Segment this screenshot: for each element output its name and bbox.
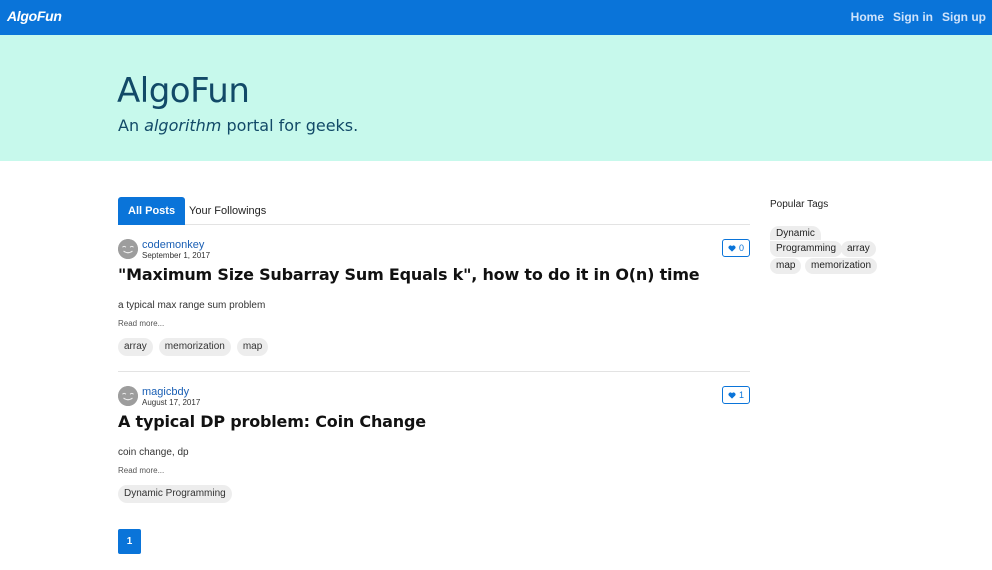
nav-sign-up-link[interactable]: Sign up — [942, 10, 986, 24]
post-excerpt: a typical max range sum problem — [118, 300, 266, 311]
post-date: August 17, 2017 — [142, 398, 201, 407]
post-author-link[interactable]: magicbdy — [142, 386, 189, 398]
like-button[interactable]: 0 — [722, 239, 750, 257]
read-more-link[interactable]: Read more... — [118, 466, 164, 475]
hero-subtitle-start: An — [118, 116, 145, 135]
smiley-avatar-icon[interactable] — [118, 386, 138, 406]
tab-all-posts[interactable]: All Posts — [118, 197, 186, 225]
post-date: September 1, 2017 — [142, 251, 211, 260]
smiley-avatar-icon[interactable] — [118, 239, 138, 259]
hero-title: AlgoFun — [117, 71, 250, 111]
post-title[interactable]: "Maximum Size Subarray Sum Equals k", ho… — [118, 265, 700, 284]
hero-subtitle-emphasis: algorithm — [144, 116, 222, 135]
heart-icon — [728, 244, 736, 252]
sidebar-tag-dynamic-programming-line1[interactable]: Dynamic — [770, 226, 821, 240]
sidebar-tag-map[interactable]: map — [770, 258, 802, 274]
nav-sign-in-link[interactable]: Sign in — [893, 10, 933, 24]
post-excerpt: coin change, dp — [118, 447, 189, 458]
post-tags: Dynamic Programming — [118, 485, 232, 503]
sidebar-tag-array[interactable]: array — [841, 241, 876, 257]
tag-array[interactable]: array — [118, 338, 153, 356]
nav-home-link[interactable]: Home — [851, 10, 884, 24]
tab-your-followings[interactable]: Your Followings — [179, 197, 276, 225]
hero-banner: AlgoFun An algorithm portal for geeks. — [0, 35, 992, 161]
like-button[interactable]: 1 — [722, 386, 750, 404]
tag-map[interactable]: map — [236, 338, 269, 356]
sidebar-tag-dynamic-programming-line2[interactable]: Programming — [770, 241, 843, 257]
post-tags: array memorization map — [118, 338, 269, 356]
heart-icon — [728, 391, 736, 399]
post-divider — [118, 371, 750, 372]
like-count: 1 — [738, 390, 744, 400]
popular-tags-sidebar: Popular Tags Dynamic Programming array m… — [770, 199, 900, 274]
post-tabs: All Posts Your Followings — [118, 197, 750, 225]
brand-logo[interactable]: AlgoFun — [7, 8, 62, 24]
post-title[interactable]: A typical DP problem: Coin Change — [118, 412, 426, 431]
hero-subtitle: An algorithm portal for geeks. — [118, 116, 358, 135]
navbar: AlgoFun Home Sign in Sign up — [0, 0, 992, 35]
tag-memorization[interactable]: memorization — [158, 338, 231, 356]
post-item: magicbdy August 17, 2017 1 A typical DP … — [118, 386, 750, 511]
tag-dynamic-programming[interactable]: Dynamic Programming — [118, 485, 232, 503]
pagination-page-1[interactable]: 1 — [118, 529, 141, 554]
nav-links: Home Sign in Sign up — [851, 10, 986, 24]
hero-subtitle-end: portal for geeks. — [221, 116, 359, 135]
sidebar-title: Popular Tags — [770, 199, 829, 210]
post-item: codemonkey September 1, 2017 0 "Maximum … — [118, 239, 750, 364]
sidebar-tag-memorization[interactable]: memorization — [805, 258, 878, 274]
post-author-link[interactable]: codemonkey — [142, 239, 204, 251]
like-count: 0 — [738, 243, 744, 253]
read-more-link[interactable]: Read more... — [118, 319, 164, 328]
